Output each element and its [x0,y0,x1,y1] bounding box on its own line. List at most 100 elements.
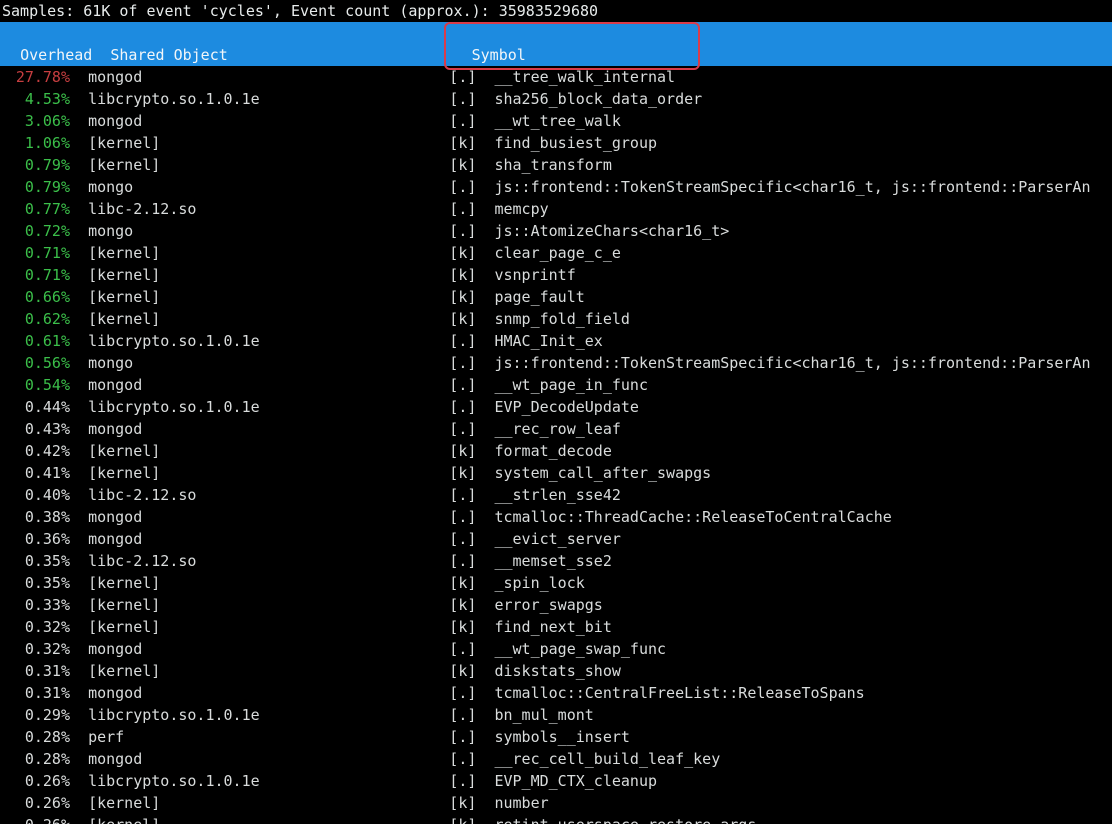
perf-row[interactable]: 4.53% libcrypto.so.1.0.1e [.] sha256_blo… [0,88,1112,110]
symbol-tag: [.] [449,770,476,792]
shared-object: mongo [88,220,133,242]
symbol-name: symbols__insert [494,726,629,748]
symbol-tag: [.] [449,198,476,220]
overhead-value: 4.53% [2,88,70,110]
overhead-value: 3.06% [2,110,70,132]
perf-row[interactable]: 1.06% [kernel] [k] find_busiest_group [0,132,1112,154]
perf-row[interactable]: 0.31% mongod [.] tcmalloc::CentralFreeLi… [0,682,1112,704]
symbol-tag: [.] [449,528,476,550]
symbol-name: js::frontend::TokenStreamSpecific<char16… [494,352,1090,374]
perf-row[interactable]: 0.32% mongod [.] __wt_page_swap_func [0,638,1112,660]
perf-row[interactable]: 0.32% [kernel] [k] find_next_bit [0,616,1112,638]
perf-row[interactable]: 0.26% libcrypto.so.1.0.1e [.] EVP_MD_CTX… [0,770,1112,792]
symbol-name: __wt_tree_walk [494,110,620,132]
perf-row[interactable]: 0.79% [kernel] [k] sha_transform [0,154,1112,176]
symbol-name: js::AtomizeChars<char16_t> [494,220,729,242]
symbol-name: __strlen_sse42 [494,484,620,506]
symbol-tag: [k] [449,286,476,308]
symbol-name: sha256_block_data_order [494,88,702,110]
symbol-tag: [k] [449,462,476,484]
symbol-tag: [k] [449,572,476,594]
symbol-tag: [.] [449,550,476,572]
symbol-name: __evict_server [494,528,620,550]
perf-row[interactable]: 0.61% libcrypto.so.1.0.1e [.] HMAC_Init_… [0,330,1112,352]
symbol-tag: [.] [449,66,476,88]
overhead-value: 0.35% [2,550,70,572]
shared-object: libc-2.12.so [88,550,196,572]
symbol-tag: [.] [449,704,476,726]
perf-row[interactable]: 0.35% [kernel] [k] _spin_lock [0,572,1112,594]
shared-object: mongod [88,748,142,770]
shared-object: [kernel] [88,242,160,264]
shared-object: libc-2.12.so [88,484,196,506]
overhead-value: 0.61% [2,330,70,352]
shared-object: mongod [88,528,142,550]
shared-object: [kernel] [88,308,160,330]
overhead-value: 0.54% [2,374,70,396]
overhead-value: 0.43% [2,418,70,440]
perf-row[interactable]: 0.31% [kernel] [k] diskstats_show [0,660,1112,682]
overhead-value: 0.40% [2,484,70,506]
overhead-value: 0.79% [2,176,70,198]
shared-object: mongo [88,176,133,198]
perf-row[interactable]: 0.29% libcrypto.so.1.0.1e [.] bn_mul_mon… [0,704,1112,726]
overhead-value: 0.32% [2,616,70,638]
overhead-value: 0.62% [2,308,70,330]
perf-row[interactable]: 0.79% mongo [.] js::frontend::TokenStrea… [0,176,1112,198]
symbol-name: js::frontend::TokenStreamSpecific<char16… [494,176,1090,198]
perf-rows[interactable]: 27.78% mongod [.] __tree_walk_internal4.… [0,66,1112,824]
shared-object: mongod [88,66,142,88]
perf-row[interactable]: 0.54% mongod [.] __wt_page_in_func [0,374,1112,396]
symbol-name: retint_userspace_restore_args [494,814,756,824]
symbol-tag: [k] [449,792,476,814]
perf-row[interactable]: 0.66% [kernel] [k] page_fault [0,286,1112,308]
symbol-tag: [k] [449,616,476,638]
overhead-value: 0.38% [2,506,70,528]
shared-object: mongod [88,638,142,660]
shared-object: [kernel] [88,572,160,594]
symbol-name: number [494,792,548,814]
symbol-tag: [.] [449,484,476,506]
shared-object: mongod [88,418,142,440]
perf-row[interactable]: 0.26% [kernel] [k] retint_userspace_rest… [0,814,1112,824]
symbol-tag: [k] [449,242,476,264]
symbol-name: EVP_DecodeUpdate [494,396,639,418]
symbol-name: __memset_sse2 [494,550,611,572]
shared-object: [kernel] [88,264,160,286]
overhead-value: 1.06% [2,132,70,154]
perf-row[interactable]: 0.43% mongod [.] __rec_row_leaf [0,418,1112,440]
perf-row[interactable]: 27.78% mongod [.] __tree_walk_internal [0,66,1112,88]
symbol-name: page_fault [494,286,584,308]
perf-row[interactable]: 0.38% mongod [.] tcmalloc::ThreadCache::… [0,506,1112,528]
perf-row[interactable]: 3.06% mongod [.] __wt_tree_walk [0,110,1112,132]
perf-row[interactable]: 0.28% mongod [.] __rec_cell_build_leaf_k… [0,748,1112,770]
perf-row[interactable]: 0.35% libc-2.12.so [.] __memset_sse2 [0,550,1112,572]
perf-row[interactable]: 0.71% [kernel] [k] vsnprintf [0,264,1112,286]
perf-row[interactable]: 0.62% [kernel] [k] snmp_fold_field [0,308,1112,330]
perf-row[interactable]: 0.56% mongo [.] js::frontend::TokenStrea… [0,352,1112,374]
shared-object: mongod [88,682,142,704]
perf-row[interactable]: 0.42% [kernel] [k] format_decode [0,440,1112,462]
symbol-tag: [k] [449,660,476,682]
perf-row[interactable]: 0.26% [kernel] [k] number [0,792,1112,814]
perf-row[interactable]: 0.44% libcrypto.so.1.0.1e [.] EVP_Decode… [0,396,1112,418]
overhead-value: 0.28% [2,748,70,770]
overhead-value: 0.29% [2,704,70,726]
perf-row[interactable]: 0.40% libc-2.12.so [.] __strlen_sse42 [0,484,1112,506]
shared-object: libcrypto.so.1.0.1e [88,396,260,418]
perf-row[interactable]: 0.72% mongo [.] js::AtomizeChars<char16_… [0,220,1112,242]
shared-object: libc-2.12.so [88,198,196,220]
shared-object: mongod [88,374,142,396]
overhead-value: 0.56% [2,352,70,374]
perf-row[interactable]: 0.41% [kernel] [k] system_call_after_swa… [0,462,1112,484]
symbol-tag: [k] [449,132,476,154]
perf-row[interactable]: 0.77% libc-2.12.so [.] memcpy [0,198,1112,220]
perf-row[interactable]: 0.71% [kernel] [k] clear_page_c_e [0,242,1112,264]
perf-row[interactable]: 0.28% perf [.] symbols__insert [0,726,1112,748]
symbol-tag: [.] [449,396,476,418]
perf-row[interactable]: 0.36% mongod [.] __evict_server [0,528,1112,550]
symbol-name: __wt_page_in_func [494,374,648,396]
overhead-value: 0.31% [2,660,70,682]
symbol-tag: [k] [449,594,476,616]
perf-row[interactable]: 0.33% [kernel] [k] error_swapgs [0,594,1112,616]
